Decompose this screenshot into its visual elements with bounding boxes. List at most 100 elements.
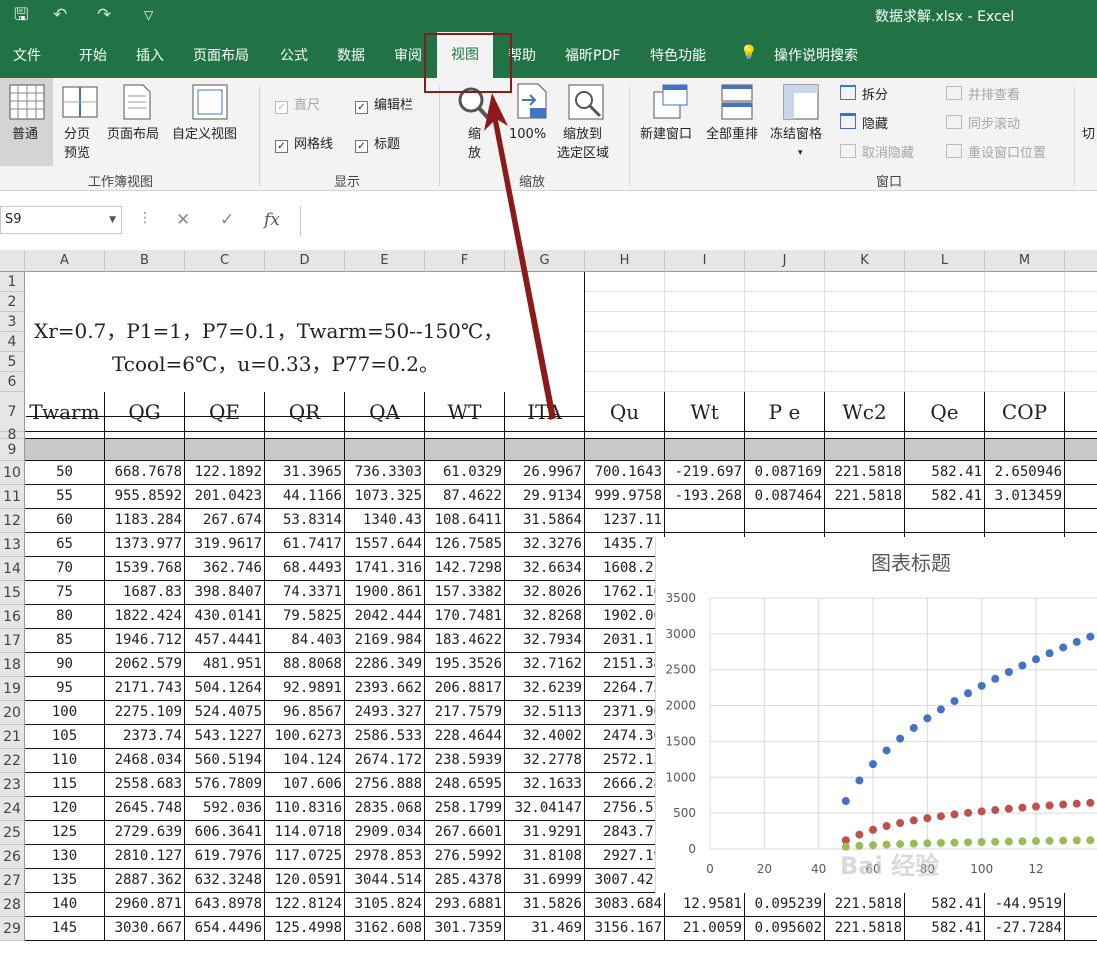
table-cell[interactable]: 3030.667 (105, 917, 185, 941)
cell[interactable] (905, 352, 985, 372)
table-cell[interactable]: 201.0423 (185, 485, 265, 509)
cell[interactable] (985, 432, 1065, 439)
table-cell[interactable]: 104.124 (265, 749, 345, 773)
cell[interactable] (745, 432, 825, 439)
table-cell[interactable]: 3.013459 (985, 485, 1065, 509)
chevron-down-icon[interactable]: ▼ (109, 207, 116, 233)
table-cell[interactable]: 0.087464 (745, 485, 825, 509)
cell[interactable] (1065, 432, 1097, 439)
table-cell[interactable]: 31.5864 (505, 509, 585, 533)
cell[interactable] (1065, 272, 1097, 292)
table-cell[interactable]: 592.036 (185, 797, 265, 821)
table-cell[interactable]: 504.1264 (185, 677, 265, 701)
row-header[interactable]: 23 (0, 773, 25, 797)
selected-row-cell[interactable] (905, 439, 985, 461)
table-cell[interactable]: 1435.71 (585, 533, 665, 557)
cell[interactable] (665, 432, 745, 439)
tab-foxit-pdf[interactable]: 福昕PDF (565, 45, 620, 65)
selected-row-cell[interactable] (345, 439, 425, 461)
column-header[interactable]: B (105, 250, 185, 272)
unhide-button[interactable]: 取消隐藏 (840, 142, 914, 161)
table-cell[interactable]: 560.5194 (185, 749, 265, 773)
gridlines-checkbox[interactable]: ✓ 网格线 (275, 133, 333, 153)
table-cell[interactable]: 55 (25, 485, 105, 509)
table-cell[interactable]: 999.9758 (585, 485, 665, 509)
table-cell[interactable]: 92.9891 (265, 677, 345, 701)
table-cell[interactable]: 26.9967 (505, 461, 585, 485)
selected-row-cell[interactable] (505, 439, 585, 461)
table-cell[interactable]: 32.6239 (505, 677, 585, 701)
table-cell[interactable]: 1687.83 (105, 581, 185, 605)
cell[interactable] (745, 312, 825, 332)
selected-row-cell[interactable] (665, 439, 745, 461)
table-cell[interactable]: 267.674 (185, 509, 265, 533)
row-header[interactable]: 11 (0, 485, 25, 509)
switch-windows-button[interactable]: 切 (1082, 125, 1095, 144)
row-header[interactable]: 19 (0, 677, 25, 701)
row-header[interactable]: 8 (0, 428, 25, 442)
cell[interactable] (345, 432, 425, 439)
cell[interactable] (585, 312, 665, 332)
table-cell[interactable]: 32.6634 (505, 557, 585, 581)
table-cell[interactable]: 2169.984 (345, 629, 425, 653)
table-cell[interactable]: 53.8314 (265, 509, 345, 533)
row-header[interactable]: 24 (0, 797, 25, 821)
table-cell[interactable]: 125 (25, 821, 105, 845)
table-cell[interactable]: 700.1643 (585, 461, 665, 485)
table-cell[interactable]: 2756.888 (345, 773, 425, 797)
table-cell[interactable]: 32.4002 (505, 725, 585, 749)
table-cell[interactable]: 68.4493 (265, 557, 345, 581)
table-cell[interactable]: 31.8108 (505, 845, 585, 869)
worksheet[interactable]: A B C D E F G H I J K L M 1 2 3 4 5 6 7 8 9 10 11 12 13 14 15 16 17 18… (0, 250, 1097, 965)
cell[interactable] (985, 312, 1065, 332)
table-cell[interactable]: 576.7809 (185, 773, 265, 797)
table-cell[interactable]: 108.6411 (425, 509, 505, 533)
table-cell[interactable]: 293.6881 (425, 893, 505, 917)
selected-row-cell[interactable] (105, 439, 185, 461)
row-header[interactable]: 5 (0, 352, 25, 372)
table-cell[interactable]: 88.8068 (265, 653, 345, 677)
table-cell[interactable]: 2666.28 (585, 773, 665, 797)
customize-qat-icon[interactable]: ▽ (144, 4, 153, 26)
table-cell[interactable]: 2031.11 (585, 629, 665, 653)
table-cell[interactable]: 32.2778 (505, 749, 585, 773)
table-cell[interactable]: 65 (25, 533, 105, 557)
table-cell[interactable]: 3007.421 (585, 869, 665, 893)
table-cell[interactable]: 2927.19 (585, 845, 665, 869)
column-header[interactable]: C (185, 250, 265, 272)
table-cell[interactable]: 736.3303 (345, 461, 425, 485)
table-cell[interactable]: 0.095602 (745, 917, 825, 941)
zoom-to-selection-button[interactable]: 缩放到 选定区域 (556, 78, 618, 166)
arrange-all-button[interactable]: 全部重排 (706, 78, 768, 166)
table-cell[interactable]: 2275.109 (105, 701, 185, 725)
row-header[interactable]: 14 (0, 557, 25, 581)
row-header[interactable]: 16 (0, 605, 25, 629)
tab-file[interactable]: 文件 (13, 45, 41, 65)
cell[interactable] (265, 432, 345, 439)
cell[interactable] (825, 272, 905, 292)
column-header[interactable]: K (825, 250, 905, 272)
cell[interactable] (985, 292, 1065, 312)
table-cell[interactable]: 3162.608 (345, 917, 425, 941)
table-cell[interactable]: 285.4378 (425, 869, 505, 893)
tab-formulas[interactable]: 公式 (280, 45, 308, 65)
page-layout-view-button[interactable]: 页面布局 (106, 78, 168, 166)
table-cell[interactable] (1065, 509, 1097, 533)
table-cell[interactable]: 142.7298 (425, 557, 505, 581)
table-cell[interactable]: 398.8407 (185, 581, 265, 605)
cell[interactable] (665, 352, 745, 372)
table-cell[interactable]: 206.8817 (425, 677, 505, 701)
table-cell[interactable]: 122.1892 (185, 461, 265, 485)
cell[interactable] (425, 432, 505, 439)
cell[interactable] (665, 372, 745, 392)
table-cell[interactable]: 87.4622 (425, 485, 505, 509)
table-cell[interactable]: 2042.444 (345, 605, 425, 629)
cell[interactable] (745, 292, 825, 312)
table-cell[interactable]: 95 (25, 677, 105, 701)
table-cell[interactable]: 217.7579 (425, 701, 505, 725)
freeze-panes-button[interactable]: 冻结窗格 ▾ (770, 78, 832, 166)
tab-review[interactable]: 审阅 (394, 45, 422, 65)
table-cell[interactable]: 481.951 (185, 653, 265, 677)
table-cell[interactable] (745, 509, 825, 533)
table-cell[interactable]: 2.6 (1065, 917, 1097, 941)
